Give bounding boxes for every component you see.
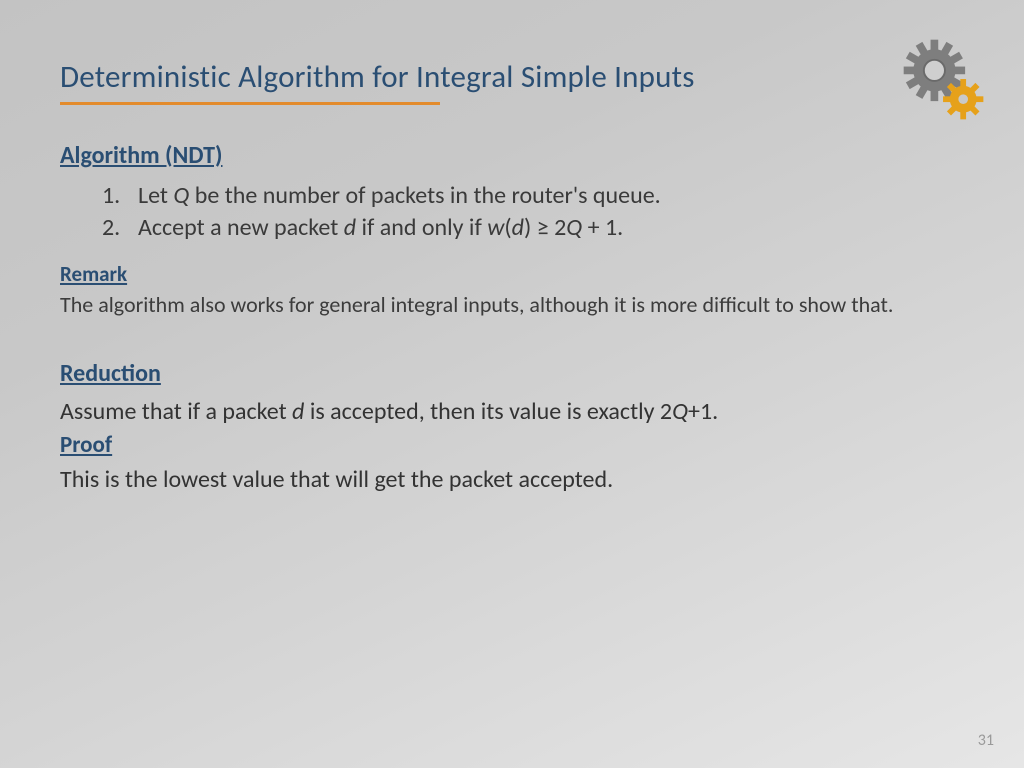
- var-d: d: [344, 213, 356, 242]
- text: + 1.: [582, 213, 623, 242]
- text: (: [504, 213, 511, 242]
- text: Accept a new packet: [138, 213, 344, 242]
- var-Q: Q: [173, 181, 189, 210]
- proof-heading: Proof: [60, 431, 964, 459]
- text: +1.: [688, 397, 718, 426]
- slide: Deterministic Algorithm for Integral Sim…: [0, 0, 1024, 768]
- var-Q: Q: [566, 213, 582, 242]
- algorithm-step-2: 2. Accept a new packet d if and only if …: [102, 212, 964, 244]
- remark-body: The algorithm also works for general int…: [60, 291, 940, 320]
- step-number: 1.: [102, 180, 138, 212]
- text: be the number of packets in the router's…: [189, 181, 660, 210]
- var-d: d: [512, 213, 524, 242]
- step-number: 2.: [102, 212, 138, 244]
- algorithm-section: Algorithm (NDT) 1. Let Q be the number o…: [60, 141, 964, 245]
- text: ) ≥ 2: [524, 213, 566, 242]
- text: if and only if: [356, 213, 487, 242]
- text: Let: [138, 181, 173, 210]
- step-text: Accept a new packet d if and only if w(d…: [138, 212, 623, 244]
- algorithm-step-1: 1. Let Q be the number of packets in the…: [102, 180, 964, 212]
- var-Q: Q: [672, 397, 688, 426]
- text: Assume that if a packet: [60, 397, 292, 426]
- proof-body: This is the lowest value that will get t…: [60, 465, 964, 494]
- reduction-section: Reduction Assume that if a packet d is a…: [60, 359, 964, 493]
- var-w: w: [487, 213, 504, 242]
- algorithm-heading: Algorithm (NDT): [60, 141, 964, 170]
- reduction-body: Assume that if a packet d is accepted, t…: [60, 396, 964, 428]
- title-underline: [60, 102, 440, 105]
- var-d: d: [292, 397, 304, 426]
- step-text: Let Q be the number of packets in the ro…: [138, 180, 661, 212]
- algorithm-steps: 1. Let Q be the number of packets in the…: [60, 180, 964, 245]
- text: is accepted, then its value is exactly 2: [304, 397, 672, 426]
- remark-section: Remark The algorithm also works for gene…: [60, 261, 964, 320]
- slide-title: Deterministic Algorithm for Integral Sim…: [60, 58, 964, 96]
- gears-icon: [896, 32, 992, 128]
- title-row: Deterministic Algorithm for Integral Sim…: [60, 58, 964, 105]
- page-number: 31: [978, 731, 994, 750]
- reduction-heading: Reduction: [60, 359, 964, 388]
- remark-heading: Remark: [60, 261, 964, 287]
